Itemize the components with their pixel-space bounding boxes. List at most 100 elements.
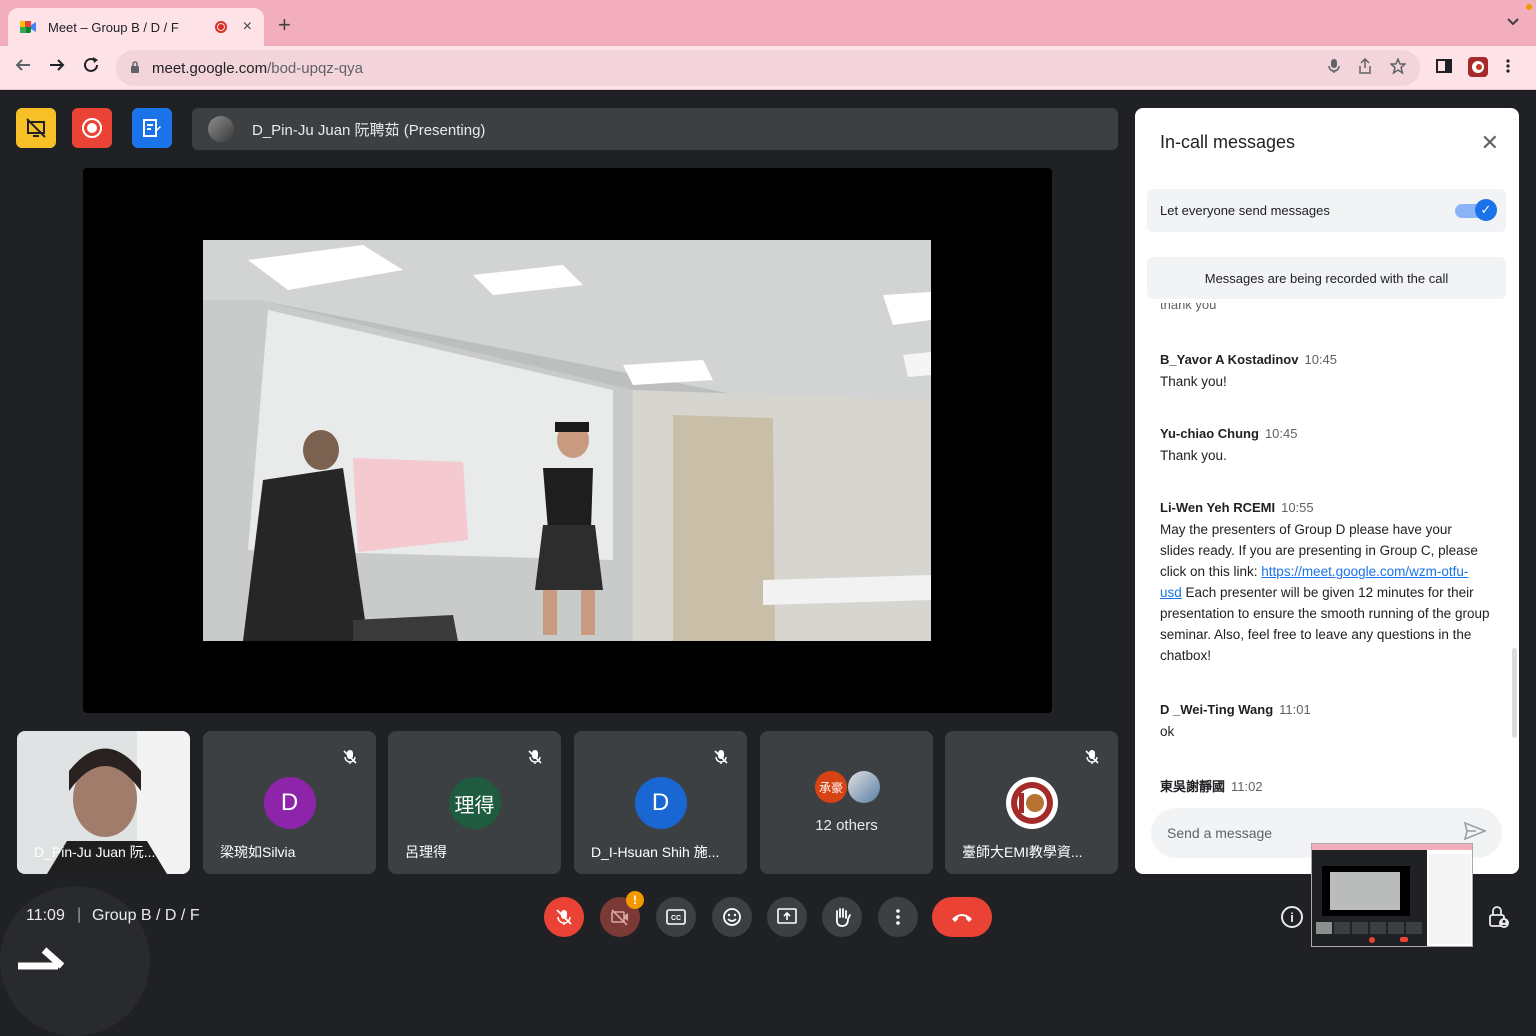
camera-toggle-button[interactable]: ! bbox=[600, 891, 644, 937]
allow-messages-row: Let everyone send messages ✓ bbox=[1147, 189, 1506, 232]
host-controls-icon[interactable] bbox=[1488, 905, 1510, 934]
muted-mic-icon bbox=[1080, 745, 1104, 769]
allow-messages-label: Let everyone send messages bbox=[1160, 203, 1330, 218]
new-tab-button[interactable]: + bbox=[278, 12, 291, 38]
message-time: 11:02 bbox=[1231, 779, 1263, 794]
close-chat-button[interactable]: ✕ bbox=[1481, 130, 1499, 156]
reactions-button[interactable] bbox=[712, 897, 752, 937]
message-sender: B_Yavor A Kostadinov bbox=[1160, 352, 1299, 367]
lock-icon bbox=[130, 60, 140, 76]
recorded-notice: Messages are being recorded with the cal… bbox=[1147, 257, 1506, 299]
tab-close-button[interactable]: × bbox=[243, 18, 252, 36]
message-sender: D _Wei-Ting Wang bbox=[1160, 702, 1274, 717]
message-time: 10:55 bbox=[1281, 500, 1314, 515]
muted-mic-icon bbox=[338, 745, 362, 769]
forward-button[interactable] bbox=[48, 56, 66, 79]
meeting-clock: 11:09 bbox=[26, 907, 65, 924]
message-sender: 東吳謝靜國 bbox=[1160, 779, 1226, 794]
participant-avatar: D bbox=[634, 777, 687, 829]
others-count: 12 others bbox=[815, 817, 878, 834]
message-input[interactable] bbox=[1167, 825, 1464, 841]
microphone-icon[interactable] bbox=[1328, 58, 1340, 78]
muted-mic-icon bbox=[709, 745, 733, 769]
message-list[interactable]: thank you B_Yavor A Kostadinov 10:45 Than… bbox=[1135, 303, 1519, 798]
chat-title: In-call messages bbox=[1160, 132, 1296, 152]
tab-title: Meet – Group B / D / F bbox=[48, 19, 179, 35]
tab-search-button[interactable] bbox=[1506, 14, 1520, 30]
meeting-name: Group B / D / F bbox=[92, 907, 200, 924]
url-host: meet.google.com bbox=[152, 59, 268, 77]
picture-in-picture-preview[interactable] bbox=[1311, 843, 1473, 947]
main-video-stage bbox=[83, 168, 1052, 713]
browser-tab[interactable]: Meet – Group B / D / F × bbox=[8, 8, 264, 46]
presenter-avatar bbox=[208, 116, 234, 142]
message-text-part: Each presenter will be given 12 minutes … bbox=[1160, 585, 1490, 663]
captions-button[interactable]: CC bbox=[656, 897, 696, 937]
participant-name: 臺師大EMI教學資... bbox=[962, 844, 1083, 860]
message-sender: Li-Wen Yeh RCEMI bbox=[1160, 500, 1276, 515]
recording-button[interactable] bbox=[72, 108, 112, 148]
presentation-video bbox=[203, 240, 931, 641]
url-text: meet.google.com/bod-upqz-qya bbox=[152, 60, 1310, 77]
participant-name: D_Pin-Ju Juan 阮... bbox=[34, 844, 156, 860]
meeting-info-icon[interactable]: i bbox=[1281, 906, 1303, 928]
browser-tab-bar: Meet – Group B / D / F × + bbox=[0, 0, 1536, 46]
message-text: May the presenters of Group D please hav… bbox=[1160, 519, 1490, 666]
message-text: Thank you. bbox=[1160, 448, 1227, 463]
chat-message: Li-Wen Yeh RCEMI 10:55 May the presenters… bbox=[1160, 500, 1490, 666]
chat-message: D _Wei-Ting Wang 11:01 ok bbox=[1160, 702, 1490, 742]
stop-presenting-button[interactable] bbox=[16, 108, 56, 148]
extension-logo-icon[interactable] bbox=[1468, 57, 1488, 77]
message-text: ok bbox=[1160, 724, 1175, 739]
recording-indicator-icon bbox=[214, 21, 227, 33]
participant-tile-self[interactable]: D_Pin-Ju Juan 阮... bbox=[17, 731, 190, 874]
browser-menu-icon[interactable] bbox=[1506, 58, 1510, 79]
message-sender: Yu-chiao Chung bbox=[1160, 426, 1259, 441]
share-icon[interactable] bbox=[1358, 57, 1372, 78]
back-button[interactable] bbox=[14, 56, 32, 79]
presenting-banner: D_Pin-Ju Juan 阮聘茹 (Presenting) bbox=[192, 108, 1118, 150]
allow-messages-toggle[interactable]: ✓ bbox=[1455, 198, 1497, 221]
url-path: /bod-upqz-qya bbox=[267, 59, 363, 77]
participant-tile[interactable]: D 梁琬如Silvia bbox=[203, 731, 376, 874]
participant-name: D_I-Hsuan Shih 施... bbox=[591, 844, 720, 860]
present-screen-button[interactable] bbox=[767, 897, 807, 937]
more-options-button[interactable] bbox=[878, 897, 918, 937]
chat-scrollbar[interactable] bbox=[1512, 648, 1517, 738]
presenting-label: D_Pin-Ju Juan 阮聘茹 (Presenting) bbox=[252, 121, 486, 139]
browser-toolbar: meet.google.com/bod-upqz-qya bbox=[0, 46, 1536, 90]
reload-button[interactable] bbox=[82, 56, 100, 79]
message-text: Thank you! bbox=[1160, 374, 1227, 389]
participant-name: 梁琬如Silvia bbox=[220, 844, 296, 860]
others-avatar: 承豪 bbox=[815, 771, 847, 803]
separator: | bbox=[77, 906, 82, 923]
participant-tile[interactable]: D D_I-Hsuan Shih 施... bbox=[574, 731, 747, 874]
participant-name: 呂理得 bbox=[405, 844, 447, 860]
message-time: 10:45 bbox=[1304, 352, 1338, 367]
chat-message: Yu-chiao Chung 10:45 Thank you. bbox=[1160, 426, 1490, 466]
chat-message: 東吳謝靜國 11:02 bbox=[1160, 776, 1490, 795]
bookmark-star-icon[interactable] bbox=[1389, 56, 1407, 78]
chat-message: B_Yavor A Kostadinov 10:45 Thank you! bbox=[1160, 352, 1490, 392]
side-panel-icon[interactable] bbox=[1436, 58, 1452, 79]
participant-avatar: D bbox=[263, 777, 316, 829]
window-indicator-icon bbox=[1526, 4, 1532, 10]
camera-warning-icon: ! bbox=[626, 891, 644, 909]
transcript-button[interactable] bbox=[132, 108, 172, 148]
send-icon[interactable] bbox=[1463, 821, 1488, 845]
participant-tile[interactable]: 理得 呂理得 bbox=[388, 731, 561, 874]
ntnu-emi-logo-icon bbox=[1005, 777, 1058, 829]
message-time: 10:45 bbox=[1264, 426, 1298, 441]
leave-call-button[interactable] bbox=[932, 897, 992, 937]
raise-hand-button[interactable] bbox=[822, 897, 862, 937]
others-avatar-photo bbox=[848, 771, 880, 803]
participant-tile[interactable]: 臺師大EMI教學資... bbox=[945, 731, 1118, 874]
chat-panel: In-call messages ✕ Let everyone send mes… bbox=[1135, 108, 1519, 874]
check-icon: ✓ bbox=[1475, 198, 1497, 221]
faded-message: thank you bbox=[1160, 303, 1217, 312]
address-bar[interactable]: meet.google.com/bod-upqz-qya bbox=[116, 50, 1420, 86]
participant-avatar: 理得 bbox=[448, 777, 501, 829]
message-time: 11:01 bbox=[1279, 702, 1311, 717]
others-tile[interactable]: 承豪 12 others bbox=[760, 731, 933, 874]
mic-toggle-button[interactable] bbox=[544, 897, 584, 937]
